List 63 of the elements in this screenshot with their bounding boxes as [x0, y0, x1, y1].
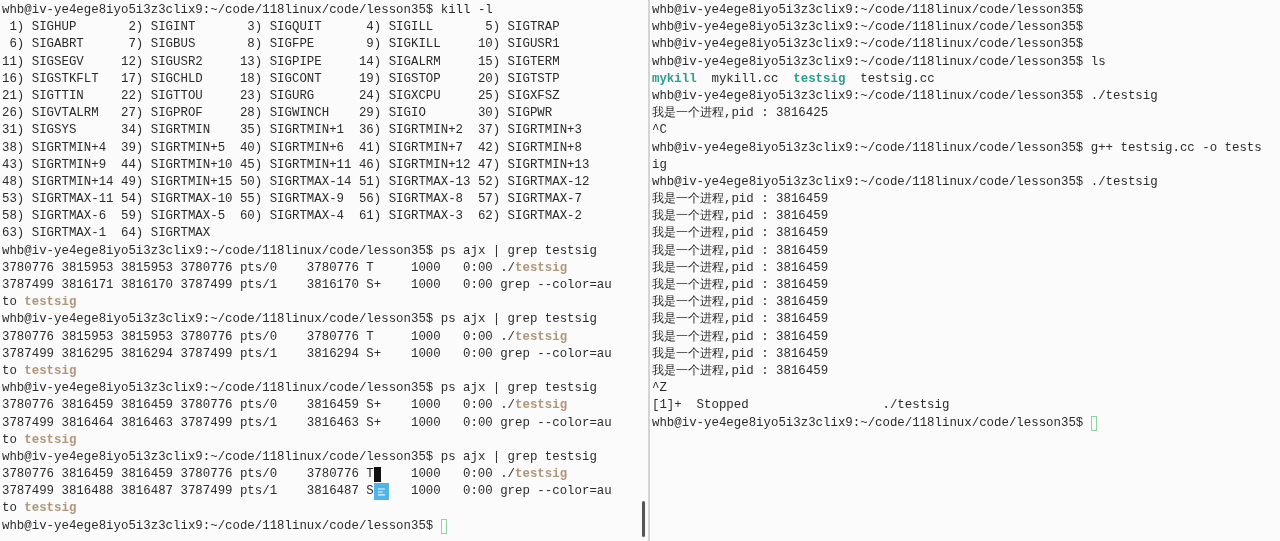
- terminal-line: ^Z: [652, 380, 667, 398]
- terminal-line: 我是一个进程,pid : 3816459: [652, 277, 829, 294]
- scrollbar-thumb[interactable]: [642, 501, 645, 537]
- terminal-line: whb@iv-ye4ege8iyo5i3z3clix9:~/code/118linux/code/lesson35$ ps ajx | grep testsig: [2, 242, 597, 260]
- terminal-line: 38) SIGRTMIN+4 39) SIGRTMIN+5 40) SIGRTMIN+6 41) SIGRTMIN+7 42) SIGRTMIN+8: [2, 139, 582, 157]
- terminal-text: whb@iv-ye4ege8iyo5i3z3clix9:~/code/118linux/code/lesson35$: [2, 517, 434, 535]
- terminal-line: whb@iv-ye4ege8iyo5i3z3clix9:~/code/118linux/code/lesson35$ kill -l: [2, 2, 493, 19]
- terminal-line: to testsig: [2, 294, 77, 312]
- terminal-line: 我是一个进程,pid : 3816459: [652, 362, 829, 380]
- terminal-line: whb@iv-ye4ege8iyo5i3z3clix9:~/code/118linux/code/lesson35$ g++ testsig.cc -o tests: [652, 139, 1262, 157]
- terminal-line: whb@iv-ye4ege8iyo5i3z3clix9:~/code/118linux/code/lesson35$ ps ajx | grep testsig: [2, 448, 597, 466]
- terminal-line: to testsig: [2, 500, 77, 518]
- text-cursor: [1090, 415, 1098, 431]
- terminal-line: 63) SIGRTMAX-1 64) SIGRTMAX: [2, 225, 211, 243]
- terminal-line: whb@iv-ye4ege8iyo5i3z3clix9:~/code/118linux/code/lesson35$ ps ajx | grep testsig: [2, 311, 597, 329]
- terminal-line: 16) SIGSTKFLT 17) SIGCHLD 18) SIGCONT 19) SIGSTOP 20) SIGTSTP: [2, 70, 560, 88]
- terminal-line: 我是一个进程,pid : 3816459: [652, 208, 829, 226]
- terminal-line: mykill mykill.cc testsig testsig.cc: [652, 70, 935, 88]
- terminal-line: 58) SIGRTMAX-6 59) SIGRTMAX-5 60) SIGRTMAX-4 61) SIGRTMAX-3 62) SIGRTMAX-2: [2, 208, 582, 226]
- terminal-line: whb@iv-ye4ege8iyo5i3z3clix9:~/code/118linux/code/lesson35$: [652, 36, 1084, 54]
- terminal-line: 11) SIGSEGV 12) SIGUSR2 13) SIGPIPE 14) SIGALRM 15) SIGTERM: [2, 53, 560, 71]
- terminal-text: 3780776 3816459 3816459 3780776 pts/0 3780776 T: [2, 466, 374, 484]
- text-cursor: [440, 518, 448, 534]
- input-method-icon[interactable]: [373, 483, 389, 501]
- terminal-line: whb@iv-ye4ege8iyo5i3z3clix9:~/code/118linux/code/lesson35$ ps ajx | grep testsig: [2, 380, 597, 398]
- terminal-line: 3787499 3816295 3816294 3787499 pts/1 3816294 S+ 1000 0:00 grep --color=au: [2, 345, 612, 363]
- terminal-line: 我是一个进程,pid : 3816459: [652, 311, 829, 329]
- terminal-line: 我是一个进程,pid : 3816459: [652, 345, 829, 363]
- terminal-line: ^C: [652, 122, 667, 140]
- terminal-line: 3787499 3816171 3816170 3787499 pts/1 3816170 S+ 1000 0:00 grep --color=au: [2, 277, 612, 294]
- terminal-line: 我是一个进程,pid : 3816459: [652, 259, 829, 277]
- terminal-line: 31) SIGSYS 34) SIGRTMIN 35) SIGRTMIN+1 36) SIGRTMIN+2 37) SIGRTMIN+3: [2, 122, 582, 140]
- terminal-line: whb@iv-ye4ege8iyo5i3z3clix9:~/code/118linux/code/lesson35$: [652, 19, 1084, 37]
- terminal-line: 我是一个进程,pid : 3816425: [652, 105, 829, 123]
- terminal-line: to testsig: [2, 431, 77, 449]
- terminal-line: 21) SIGTTIN 22) SIGTTOU 23) SIGURG 24) SIGXCPU 25) SIGXFSZ: [2, 87, 560, 105]
- terminal-line: 6) SIGABRT 7) SIGBUS 8) SIGFPE 9) SIGKILL 10) SIGUSR1: [8, 36, 560, 54]
- block-cursor: [373, 467, 382, 483]
- terminal-line: whb@iv-ye4ege8iyo5i3z3clix9:~/code/118linux/code/lesson35$: [652, 2, 1084, 19]
- terminal-line: ig: [652, 156, 667, 174]
- terminal-text: 1000 0:00 ./testsig: [409, 466, 568, 484]
- terminal-line: whb@iv-ye4ege8iyo5i3z3clix9:~/code/118linux/code/lesson35$ ./testsig: [652, 87, 1158, 105]
- terminal-line: 3780776 3815953 3815953 3780776 pts/0 3780776 T 1000 0:00 ./testsig: [2, 328, 568, 346]
- terminal-text: 1000 0:00 grep --color=au: [409, 483, 612, 501]
- terminal-line: [1]+ Stopped ./testsig: [652, 397, 950, 415]
- terminal-line: 我是一个进程,pid : 3816459: [652, 242, 829, 260]
- terminal-line: 3780776 3815953 3815953 3780776 pts/0 3780776 T 1000 0:00 ./testsig: [2, 259, 568, 277]
- terminal-line: 3780776 3816459 3816459 3780776 pts/0 3816459 S+ 1000 0:00 ./testsig: [2, 397, 568, 415]
- terminal-line: 43) SIGRTMIN+9 44) SIGRTMIN+10 45) SIGRTMIN+11 46) SIGRTMIN+12 47) SIGRTMIN+13: [2, 156, 590, 174]
- terminal-line: 我是一个进程,pid : 3816459: [652, 294, 829, 312]
- terminal-line: 我是一个进程,pid : 3816459: [652, 191, 829, 209]
- terminal-line: whb@iv-ye4ege8iyo5i3z3clix9:~/code/118linux/code/lesson35$ ls: [652, 53, 1106, 71]
- terminal-line: 我是一个进程,pid : 3816459: [652, 225, 829, 243]
- terminal-line: 48) SIGRTMIN+14 49) SIGRTMIN+15 50) SIGRTMAX-14 51) SIGRTMAX-13 52) SIGRTMAX-12: [2, 173, 590, 191]
- terminal-text: 3787499 3816488 3816487 3787499 pts/1 3816487 S: [2, 483, 374, 501]
- terminal-line: 3787499 3816464 3816463 3787499 pts/1 3816463 S+ 1000 0:00 grep --color=au: [2, 414, 612, 432]
- terminal-line: whb@iv-ye4ege8iyo5i3z3clix9:~/code/118linux/code/lesson35$ ./testsig: [652, 173, 1158, 191]
- terminal-line: 26) SIGVTALRM 27) SIGPROF 28) SIGWINCH 29) SIGIO 30) SIGPWR: [2, 105, 553, 123]
- terminal-line: 53) SIGRTMAX-11 54) SIGRTMAX-10 55) SIGRTMAX-9 56) SIGRTMAX-8 57) SIGRTMAX-7: [2, 191, 582, 209]
- terminal-line: 我是一个进程,pid : 3816459: [652, 328, 829, 346]
- terminal-line: to testsig: [2, 362, 77, 380]
- terminal-text: whb@iv-ye4ege8iyo5i3z3clix9:~/code/118linux/code/lesson35$: [652, 414, 1084, 432]
- terminal-line: 1) SIGHUP 2) SIGINT 3) SIGQUIT 4) SIGILL 5) SIGTRAP: [8, 19, 560, 37]
